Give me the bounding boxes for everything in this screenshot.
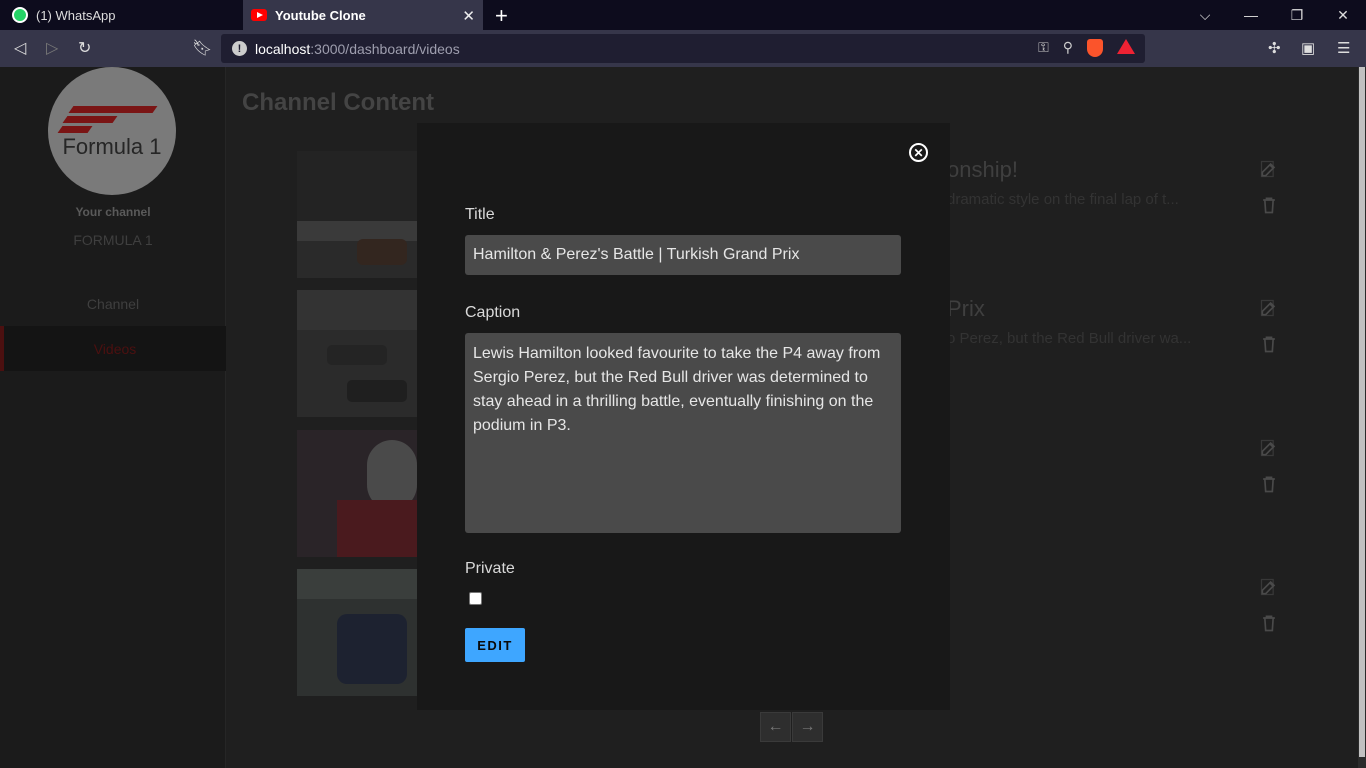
prev-page-button[interactable]: ← bbox=[760, 712, 791, 742]
tab-whatsapp[interactable]: (1) WhatsApp bbox=[0, 0, 240, 30]
whatsapp-icon bbox=[12, 7, 28, 23]
scrollbar-thumb[interactable] bbox=[1359, 67, 1365, 757]
next-page-button[interactable]: → bbox=[792, 712, 823, 742]
private-checkbox[interactable] bbox=[469, 592, 482, 605]
browser-toolbar: ◁ ▷ ↻ 🔖︎ ! localhost:3000/dashboard/vide… bbox=[0, 30, 1366, 67]
address-bar[interactable]: ! localhost:3000/dashboard/videos ⚿ ⚲ bbox=[221, 34, 1145, 63]
caption-line: podium in P3. bbox=[473, 417, 571, 434]
channel-avatar: Formula 1 bbox=[48, 67, 176, 195]
new-tab-button[interactable]: + bbox=[495, 3, 508, 29]
page-scrollbar[interactable] bbox=[1358, 67, 1366, 768]
video-thumbnail[interactable] bbox=[297, 569, 417, 696]
restore-icon[interactable]: ❐ bbox=[1274, 0, 1320, 30]
edit-video-modal: ✕ Title Hamilton & Perez's Battle | Turk… bbox=[417, 123, 950, 710]
edit-icon[interactable] bbox=[1259, 159, 1279, 179]
delete-icon[interactable] bbox=[1259, 195, 1279, 215]
tab-label: Youtube Clone bbox=[275, 7, 366, 23]
caption-line: stay ahead in a thrilling battle, eventu… bbox=[473, 393, 874, 410]
video-thumbnail[interactable] bbox=[297, 151, 417, 278]
menu-icon[interactable]: ☰ bbox=[1337, 39, 1350, 57]
video-thumbnail[interactable] bbox=[297, 430, 417, 557]
delete-icon[interactable] bbox=[1259, 474, 1279, 494]
video-thumbnail[interactable] bbox=[297, 290, 417, 417]
caption-line: Lewis Hamilton looked favourite to take … bbox=[473, 345, 881, 362]
edit-icon[interactable] bbox=[1259, 438, 1279, 458]
reload-icon[interactable]: ↻ bbox=[78, 38, 91, 58]
sidebar-item-videos[interactable]: Videos bbox=[0, 326, 226, 371]
address-bar-icons: ⚿ ⚲ bbox=[1038, 39, 1135, 57]
sidebar-item-channel[interactable]: Channel bbox=[0, 281, 226, 326]
brave-rewards-icon[interactable] bbox=[1117, 39, 1135, 54]
close-tab-icon[interactable]: ✕ bbox=[462, 7, 475, 25]
video-title[interactable]: Prix bbox=[947, 296, 985, 322]
extensions-icon[interactable]: ✣ bbox=[1268, 39, 1281, 57]
caption-label: Caption bbox=[465, 304, 521, 321]
bookmark-icon[interactable]: 🔖︎ bbox=[192, 38, 212, 58]
video-description: dramatic style on the final lap of t... bbox=[947, 191, 1179, 208]
page-content: Formula 1 Your channel FORMULA 1 Channel… bbox=[0, 67, 1358, 768]
title-input[interactable]: Hamilton & Perez's Battle | Turkish Gran… bbox=[465, 235, 901, 275]
private-label: Private bbox=[465, 560, 515, 577]
title-label: Title bbox=[465, 206, 495, 223]
video-title[interactable]: onship! bbox=[947, 157, 1018, 183]
url-text: localhost:3000/dashboard/videos bbox=[255, 40, 460, 57]
channel-name: FORMULA 1 bbox=[73, 232, 153, 248]
close-window-icon[interactable]: ✕ bbox=[1320, 0, 1366, 30]
sidebar: Formula 1 Your channel FORMULA 1 Channel… bbox=[0, 67, 226, 768]
minimize-icon[interactable]: — bbox=[1228, 0, 1274, 30]
browser-tab-bar: (1) WhatsApp Youtube Clone ✕ + ⌵ — ❐ ✕ bbox=[0, 0, 1366, 30]
edit-icon[interactable] bbox=[1259, 577, 1279, 597]
key-icon[interactable]: ⚿ bbox=[1038, 39, 1049, 57]
tab-search-icon[interactable]: ⌵ bbox=[1182, 0, 1228, 30]
tab-label: (1) WhatsApp bbox=[36, 7, 116, 23]
f1-logo-icon bbox=[57, 102, 167, 133]
back-icon[interactable]: ◁ bbox=[14, 38, 26, 58]
youtube-icon bbox=[251, 7, 267, 23]
delete-icon[interactable] bbox=[1259, 613, 1279, 633]
site-info-icon[interactable]: ! bbox=[232, 41, 247, 56]
caption-textarea[interactable]: Lewis Hamilton looked favourite to take … bbox=[465, 333, 901, 533]
wallet-icon[interactable]: ▣ bbox=[1301, 39, 1315, 57]
avatar-text: Formula 1 bbox=[62, 134, 162, 159]
tab-youtube-clone[interactable]: Youtube Clone ✕ bbox=[243, 0, 483, 30]
caption-line: Sergio Perez, but the Red Bull driver wa… bbox=[473, 369, 868, 386]
brave-shields-icon[interactable] bbox=[1087, 39, 1103, 57]
your-channel-label: Your channel bbox=[75, 205, 151, 219]
edit-submit-button[interactable]: EDIT bbox=[465, 628, 525, 662]
page-title: Channel Content bbox=[242, 89, 434, 116]
zoom-icon[interactable]: ⚲ bbox=[1063, 39, 1073, 57]
delete-icon[interactable] bbox=[1259, 334, 1279, 354]
video-description: o Perez, but the Red Bull driver wa... bbox=[947, 330, 1192, 347]
close-modal-icon[interactable]: ✕ bbox=[909, 143, 928, 162]
forward-icon[interactable]: ▷ bbox=[46, 38, 58, 58]
edit-icon[interactable] bbox=[1259, 298, 1279, 318]
